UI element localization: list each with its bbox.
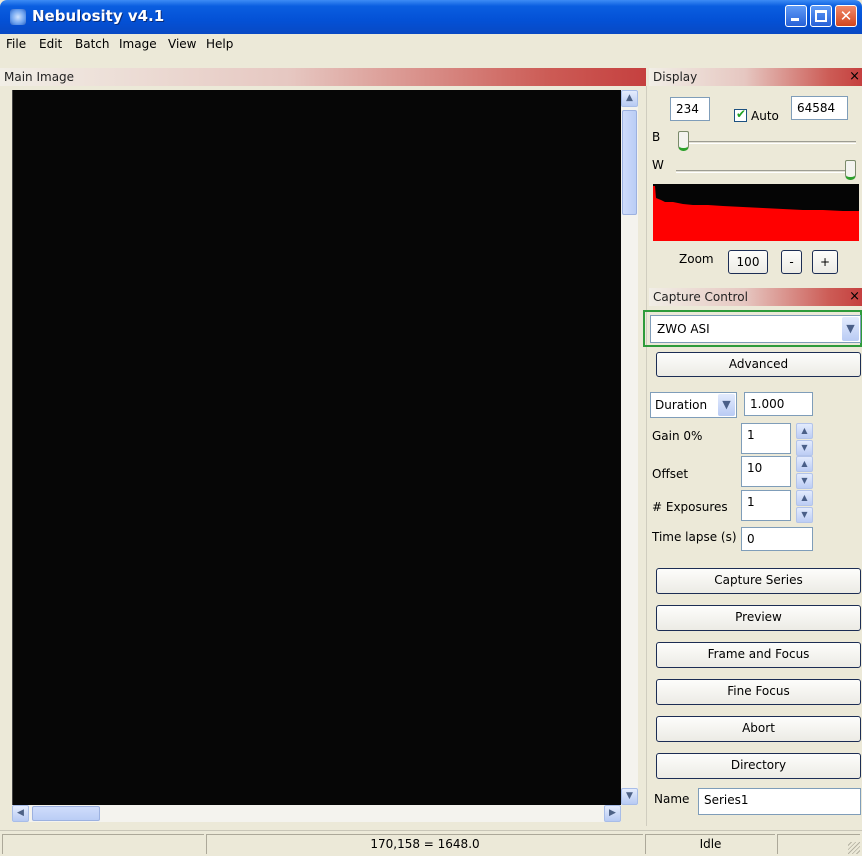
duration-mode-select[interactable]: Duration ▼: [650, 392, 737, 418]
minimize-icon: [791, 18, 799, 21]
horizontal-scrollbar[interactable]: ◀ ▶: [12, 805, 621, 822]
camera-select-value: ZWO ASI: [657, 322, 710, 336]
resize-grip-icon[interactable]: [848, 842, 860, 854]
main-image-header: Main Image: [0, 68, 646, 86]
series-name-input[interactable]: Series1: [698, 788, 861, 815]
name-label: Name: [654, 792, 690, 806]
scroll-right-button[interactable]: ▶: [604, 805, 621, 822]
auto-checkbox[interactable]: ✔: [734, 107, 747, 122]
vertical-scrollbar[interactable]: ▲ ▼: [621, 90, 638, 805]
scroll-up-button[interactable]: ▲: [621, 90, 638, 107]
display-close-icon[interactable]: ×: [849, 68, 860, 86]
b-slider-label: B: [652, 130, 661, 144]
gain-up-icon[interactable]: ▲: [796, 423, 813, 439]
duration-mode-value: Duration: [655, 398, 708, 412]
w-slider-track: [676, 170, 856, 173]
menu-edit[interactable]: Edit: [39, 37, 62, 51]
status-coords: 170,158 = 1648.0: [206, 834, 643, 854]
timelapse-label: Time lapse (s): [652, 530, 737, 544]
abort-button[interactable]: Abort: [656, 716, 861, 742]
main-image-canvas[interactable]: [12, 90, 621, 805]
exposures-input[interactable]: 1: [741, 490, 791, 521]
preview-button[interactable]: Preview: [656, 605, 861, 631]
zoom-out-button[interactable]: -: [781, 250, 802, 274]
zoom-value-button[interactable]: 100: [728, 250, 768, 274]
app-icon: [10, 9, 26, 25]
status-section-1: [2, 834, 204, 854]
offset-up-icon[interactable]: ▲: [796, 456, 813, 472]
main-image-title: Main Image: [4, 70, 75, 84]
b-slider-track: [680, 141, 856, 144]
directory-button[interactable]: Directory: [656, 753, 861, 779]
menu-help[interactable]: Help: [206, 37, 233, 51]
histogram: [653, 184, 859, 241]
close-button[interactable]: ✕: [835, 5, 857, 27]
chevron-down-icon[interactable]: ▼: [718, 394, 735, 416]
chevron-down-icon[interactable]: ▼: [842, 317, 859, 341]
menu-image[interactable]: Image: [119, 37, 157, 51]
histogram-fill: [653, 186, 859, 241]
exposures-spinner[interactable]: ▲ ▼: [796, 490, 813, 523]
offset-label: Offset: [652, 467, 689, 481]
auto-label: Auto: [751, 109, 779, 123]
menu-batch[interactable]: Batch: [75, 37, 110, 51]
fine-focus-button[interactable]: Fine Focus: [656, 679, 861, 705]
duration-input[interactable]: 1.000: [744, 392, 813, 416]
gain-input[interactable]: 1: [741, 423, 791, 454]
maximize-icon: [815, 10, 827, 22]
w-slider-thumb[interactable]: [845, 160, 856, 180]
maximize-button[interactable]: [810, 5, 832, 27]
gain-label: Gain 0%: [652, 429, 703, 443]
window-title: Nebulosity v4.1: [32, 7, 165, 25]
status-bar: 170,158 = 1648.0 Idle: [0, 830, 862, 856]
frame-and-focus-button[interactable]: Frame and Focus: [656, 642, 861, 668]
title-bar: Nebulosity v4.1 ✕: [0, 0, 862, 34]
gain-down-icon[interactable]: ▼: [796, 440, 813, 456]
scroll-down-button[interactable]: ▼: [621, 788, 638, 805]
horizontal-scroll-thumb[interactable]: [32, 806, 100, 821]
capture-control-header: Capture Control ×: [649, 288, 862, 306]
capture-series-button[interactable]: Capture Series: [656, 568, 861, 594]
scroll-left-button[interactable]: ◀: [12, 805, 29, 822]
status-state: Idle: [645, 834, 775, 854]
zoom-label: Zoom: [679, 252, 714, 266]
exposures-up-icon[interactable]: ▲: [796, 490, 813, 506]
camera-select[interactable]: ZWO ASI ▼: [650, 315, 861, 343]
w-slider-label: W: [652, 158, 664, 172]
menu-file[interactable]: File: [6, 37, 26, 51]
histogram-plot: [653, 186, 859, 241]
vertical-scroll-thumb[interactable]: [622, 110, 637, 215]
timelapse-input[interactable]: 0: [741, 527, 813, 551]
minimize-button[interactable]: [785, 5, 807, 27]
offset-spinner[interactable]: ▲ ▼: [796, 456, 813, 489]
exposures-label: # Exposures: [652, 500, 728, 514]
display-title: Display: [653, 70, 698, 84]
menu-bar: File Edit Batch Image View Help: [0, 34, 862, 54]
capture-control-title: Capture Control: [653, 290, 748, 304]
b-slider-thumb[interactable]: [678, 131, 689, 151]
close-icon: ✕: [839, 7, 853, 25]
offset-input[interactable]: 10: [741, 456, 791, 487]
main-image-margin: [0, 90, 12, 822]
display-header: Display ×: [649, 68, 862, 86]
zoom-in-button[interactable]: +: [812, 250, 838, 274]
black-point-input[interactable]: 234: [670, 97, 710, 121]
white-point-input[interactable]: 64584: [791, 96, 848, 120]
menu-view[interactable]: View: [168, 37, 196, 51]
offset-down-icon[interactable]: ▼: [796, 473, 813, 489]
advanced-button[interactable]: Advanced: [656, 352, 861, 377]
check-icon: ✔: [736, 107, 747, 121]
exposures-down-icon[interactable]: ▼: [796, 507, 813, 523]
gain-spinner[interactable]: ▲ ▼: [796, 423, 813, 456]
capture-close-icon[interactable]: ×: [849, 288, 860, 306]
